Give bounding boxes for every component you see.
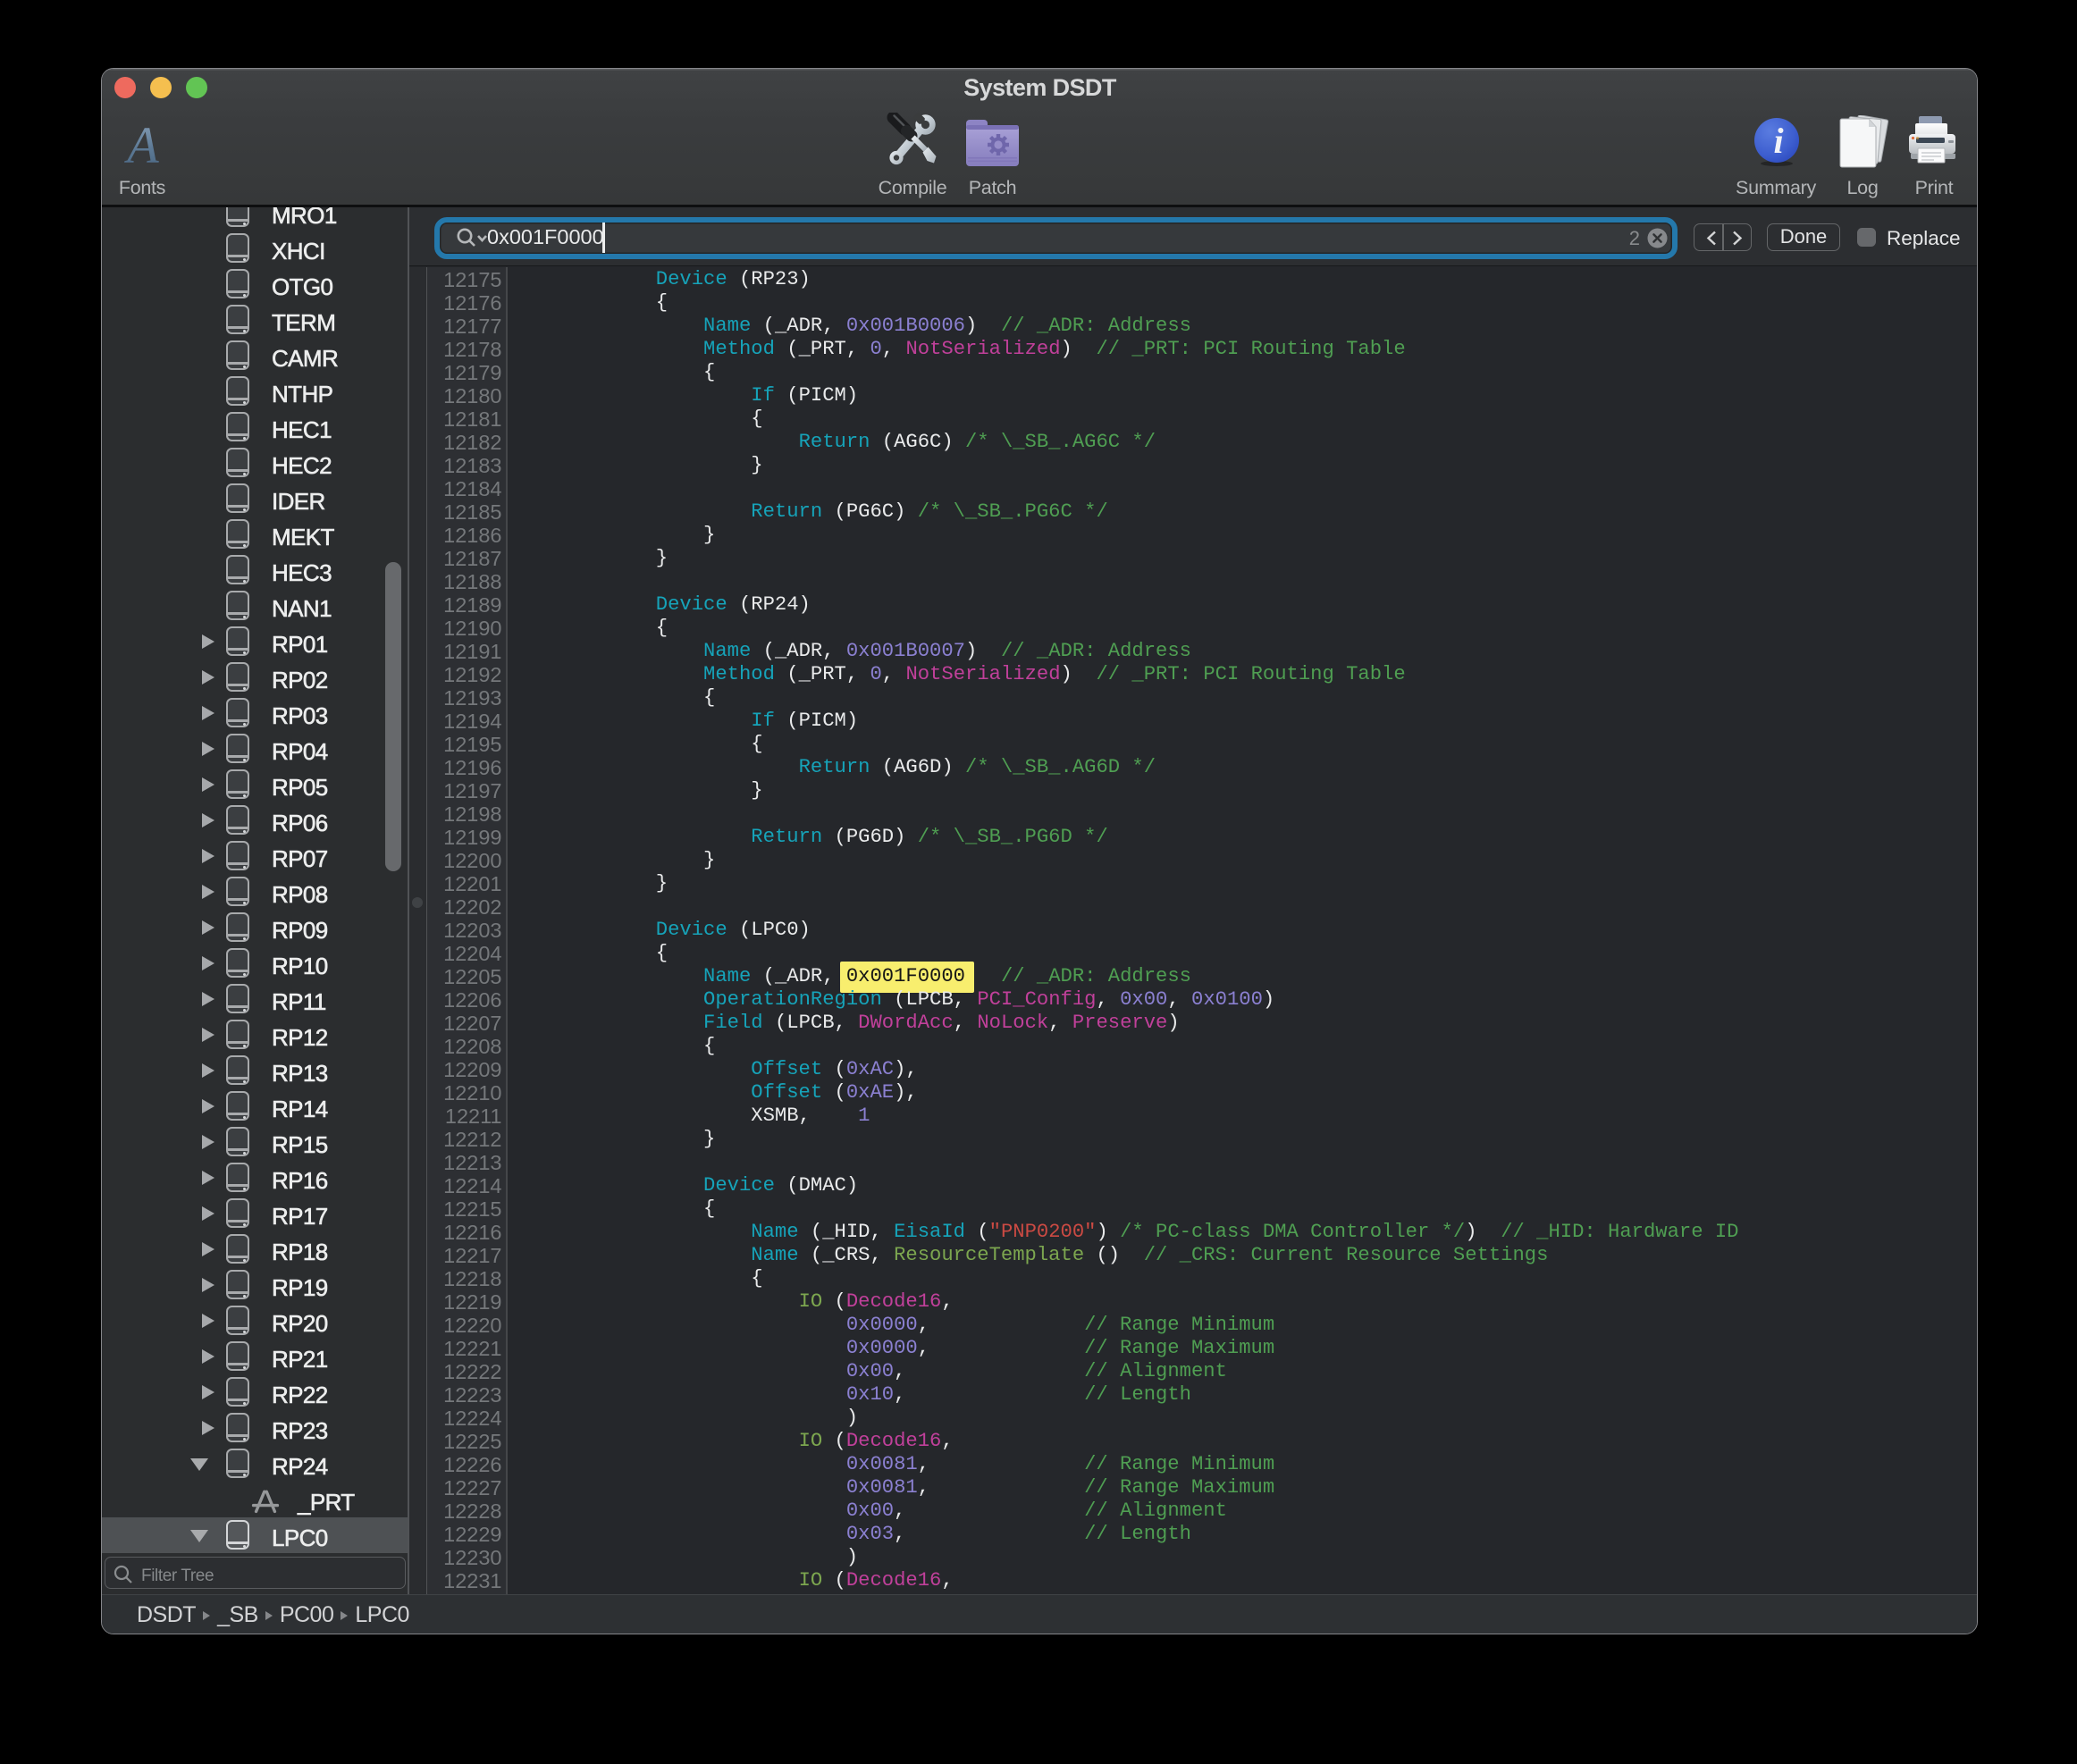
svg-text:i: i [1773,121,1783,161]
svg-text:A: A [123,121,159,165]
